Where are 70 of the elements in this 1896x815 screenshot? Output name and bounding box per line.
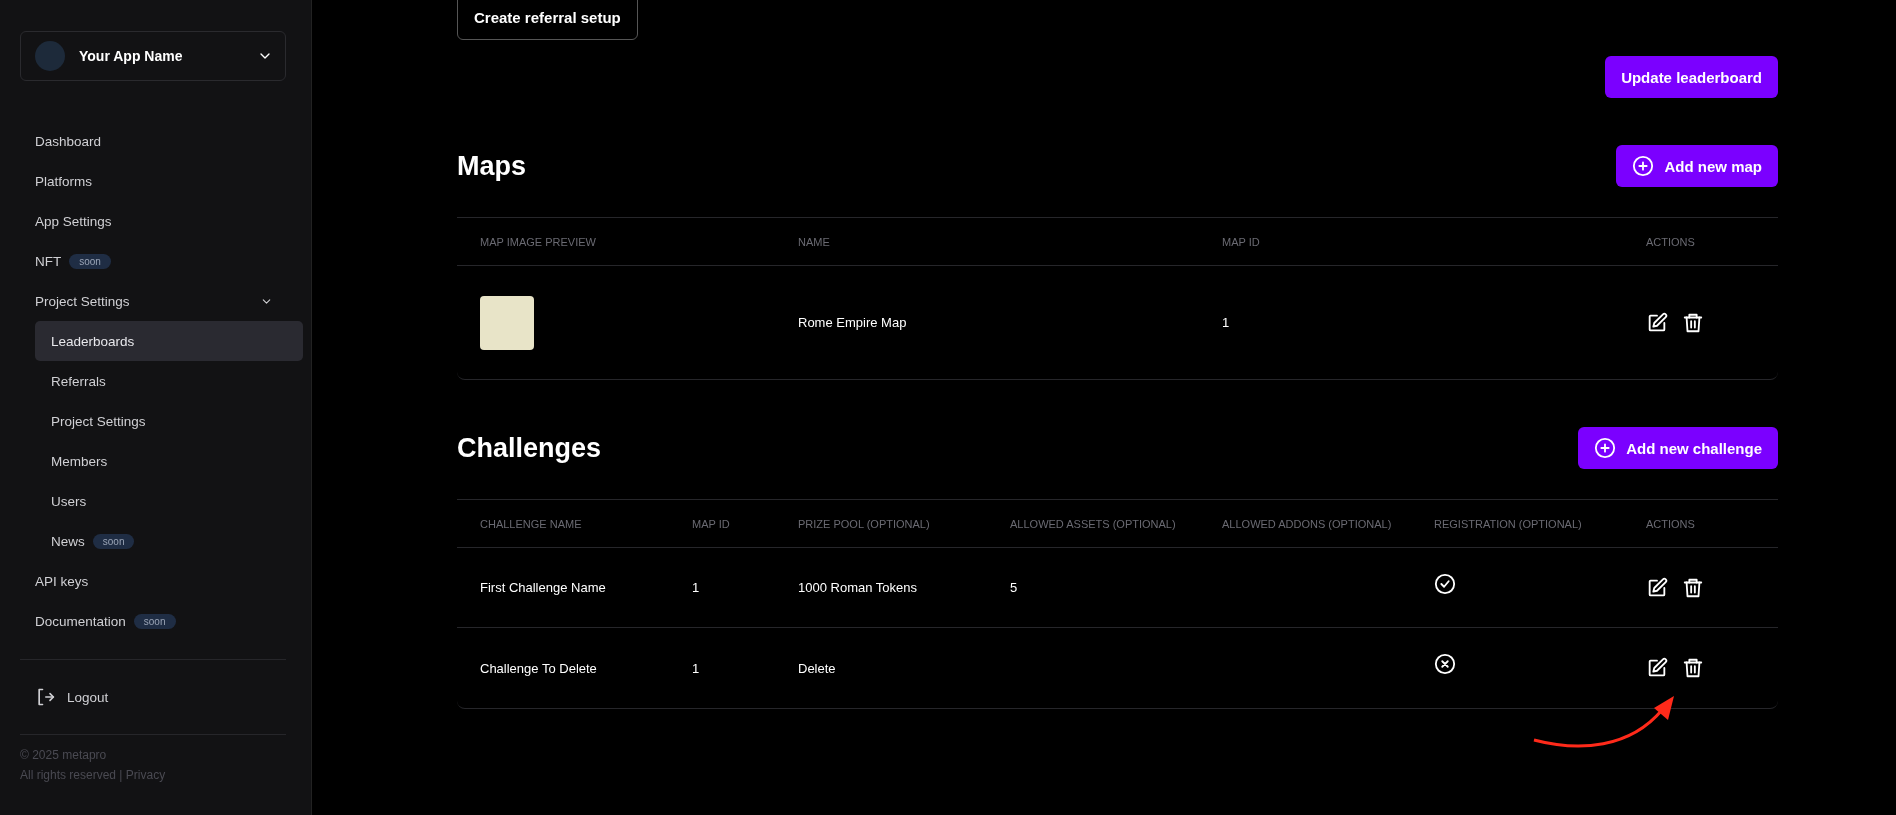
trash-icon[interactable] xyxy=(1682,576,1704,599)
nav-label: Leaderboards xyxy=(51,333,135,349)
nav-item[interactable]: Users xyxy=(35,481,303,521)
column-header: PRIZE POOL (OPTIONAL) xyxy=(798,517,931,530)
app-avatar xyxy=(35,41,65,71)
column-header: REGISTRATION (OPTIONAL) xyxy=(1434,517,1583,530)
column-header: MAP ID xyxy=(692,517,731,530)
update-leaderboard-button[interactable]: Update leaderboard xyxy=(1605,56,1778,98)
nav-label: Dashboard xyxy=(35,133,102,149)
nav-label: App Settings xyxy=(35,213,112,229)
table-cell-text: 5 xyxy=(1010,580,1019,595)
section-title: Challenges xyxy=(457,432,602,464)
nav-label: API keys xyxy=(35,573,89,589)
nav-label: Platforms xyxy=(35,173,92,189)
add-button[interactable]: Add new challenge xyxy=(1578,427,1778,469)
create-referral-button[interactable]: Create referral setup xyxy=(457,0,638,40)
column-header: ALLOWED ADDONS (OPTIONAL) xyxy=(1222,517,1393,530)
nav-label: Project Settings xyxy=(51,413,146,429)
table-cell-text: 1000 Roman Tokens xyxy=(798,580,918,595)
nav-item[interactable]: Project Settings xyxy=(35,401,303,441)
nav-item[interactable]: Dashboard xyxy=(20,121,303,161)
nav-item[interactable]: App Settings xyxy=(20,201,303,241)
table-cell-text: Rome Empire Map xyxy=(798,315,908,330)
nav-label: Project Settings xyxy=(35,293,130,309)
nav-label: Users xyxy=(51,493,87,509)
nav-label: Documentation xyxy=(35,613,126,629)
trash-icon[interactable] xyxy=(1682,311,1704,334)
nav-item[interactable]: Members xyxy=(35,441,303,481)
trash-icon[interactable] xyxy=(1682,657,1704,679)
table-cell-text: 1 xyxy=(692,660,701,676)
section-title: Maps xyxy=(457,150,527,182)
logout-icon xyxy=(35,687,55,707)
soon-badge: soon xyxy=(133,613,176,629)
nav-label: Members xyxy=(51,453,108,469)
edit-icon[interactable] xyxy=(1646,657,1668,679)
column-header: CHALLENGE NAME xyxy=(480,517,583,530)
nav-label: NFT xyxy=(35,253,62,269)
rights-text: All rights reserved | xyxy=(20,768,123,782)
app-selector[interactable]: Your App Name xyxy=(20,31,286,81)
table-cell-text: 1 xyxy=(1222,315,1231,330)
copyright-text: © 2025 metapro xyxy=(20,747,108,764)
nav-item[interactable]: Leaderboards xyxy=(35,321,303,361)
nav-item[interactable]: Documentation soon xyxy=(20,601,303,641)
table-cell-text: First Challenge Name xyxy=(480,580,607,595)
column-header: NAME xyxy=(798,235,831,248)
column-header: MAP IMAGE PREVIEW xyxy=(480,235,597,248)
map-thumbnail xyxy=(480,295,534,350)
table-cell-text: Challenge To Delete xyxy=(480,660,598,676)
nav-item[interactable]: Project Settings xyxy=(20,281,303,321)
nav-item[interactable]: Platforms xyxy=(20,161,303,201)
table-cell-text: Delete xyxy=(798,660,837,676)
soon-badge: soon xyxy=(92,533,135,549)
plus-circle-icon xyxy=(1594,437,1617,459)
add-button[interactable]: Add new map xyxy=(1616,145,1778,187)
edit-icon[interactable] xyxy=(1646,576,1668,599)
nav-label: Referrals xyxy=(51,373,106,389)
plus-circle-icon xyxy=(1632,155,1655,177)
column-header: ACTIONS xyxy=(1646,235,1696,248)
table-cell-text: 1 xyxy=(692,580,701,595)
edit-icon[interactable] xyxy=(1646,311,1668,334)
column-header: ACTIONS xyxy=(1646,517,1696,530)
logout-button[interactable]: Logout xyxy=(35,672,285,722)
column-header: MAP ID xyxy=(1222,235,1261,248)
column-header: ALLOWED ASSETS (OPTIONAL) xyxy=(1010,517,1177,530)
nav-item[interactable]: API keys xyxy=(20,561,303,601)
nav-item[interactable]: News soon xyxy=(35,521,303,561)
nav-item[interactable]: Referrals xyxy=(35,361,303,401)
nav-item[interactable]: NFT soon xyxy=(20,241,303,281)
soon-badge: soon xyxy=(69,253,111,269)
nav-label: News xyxy=(51,533,85,549)
